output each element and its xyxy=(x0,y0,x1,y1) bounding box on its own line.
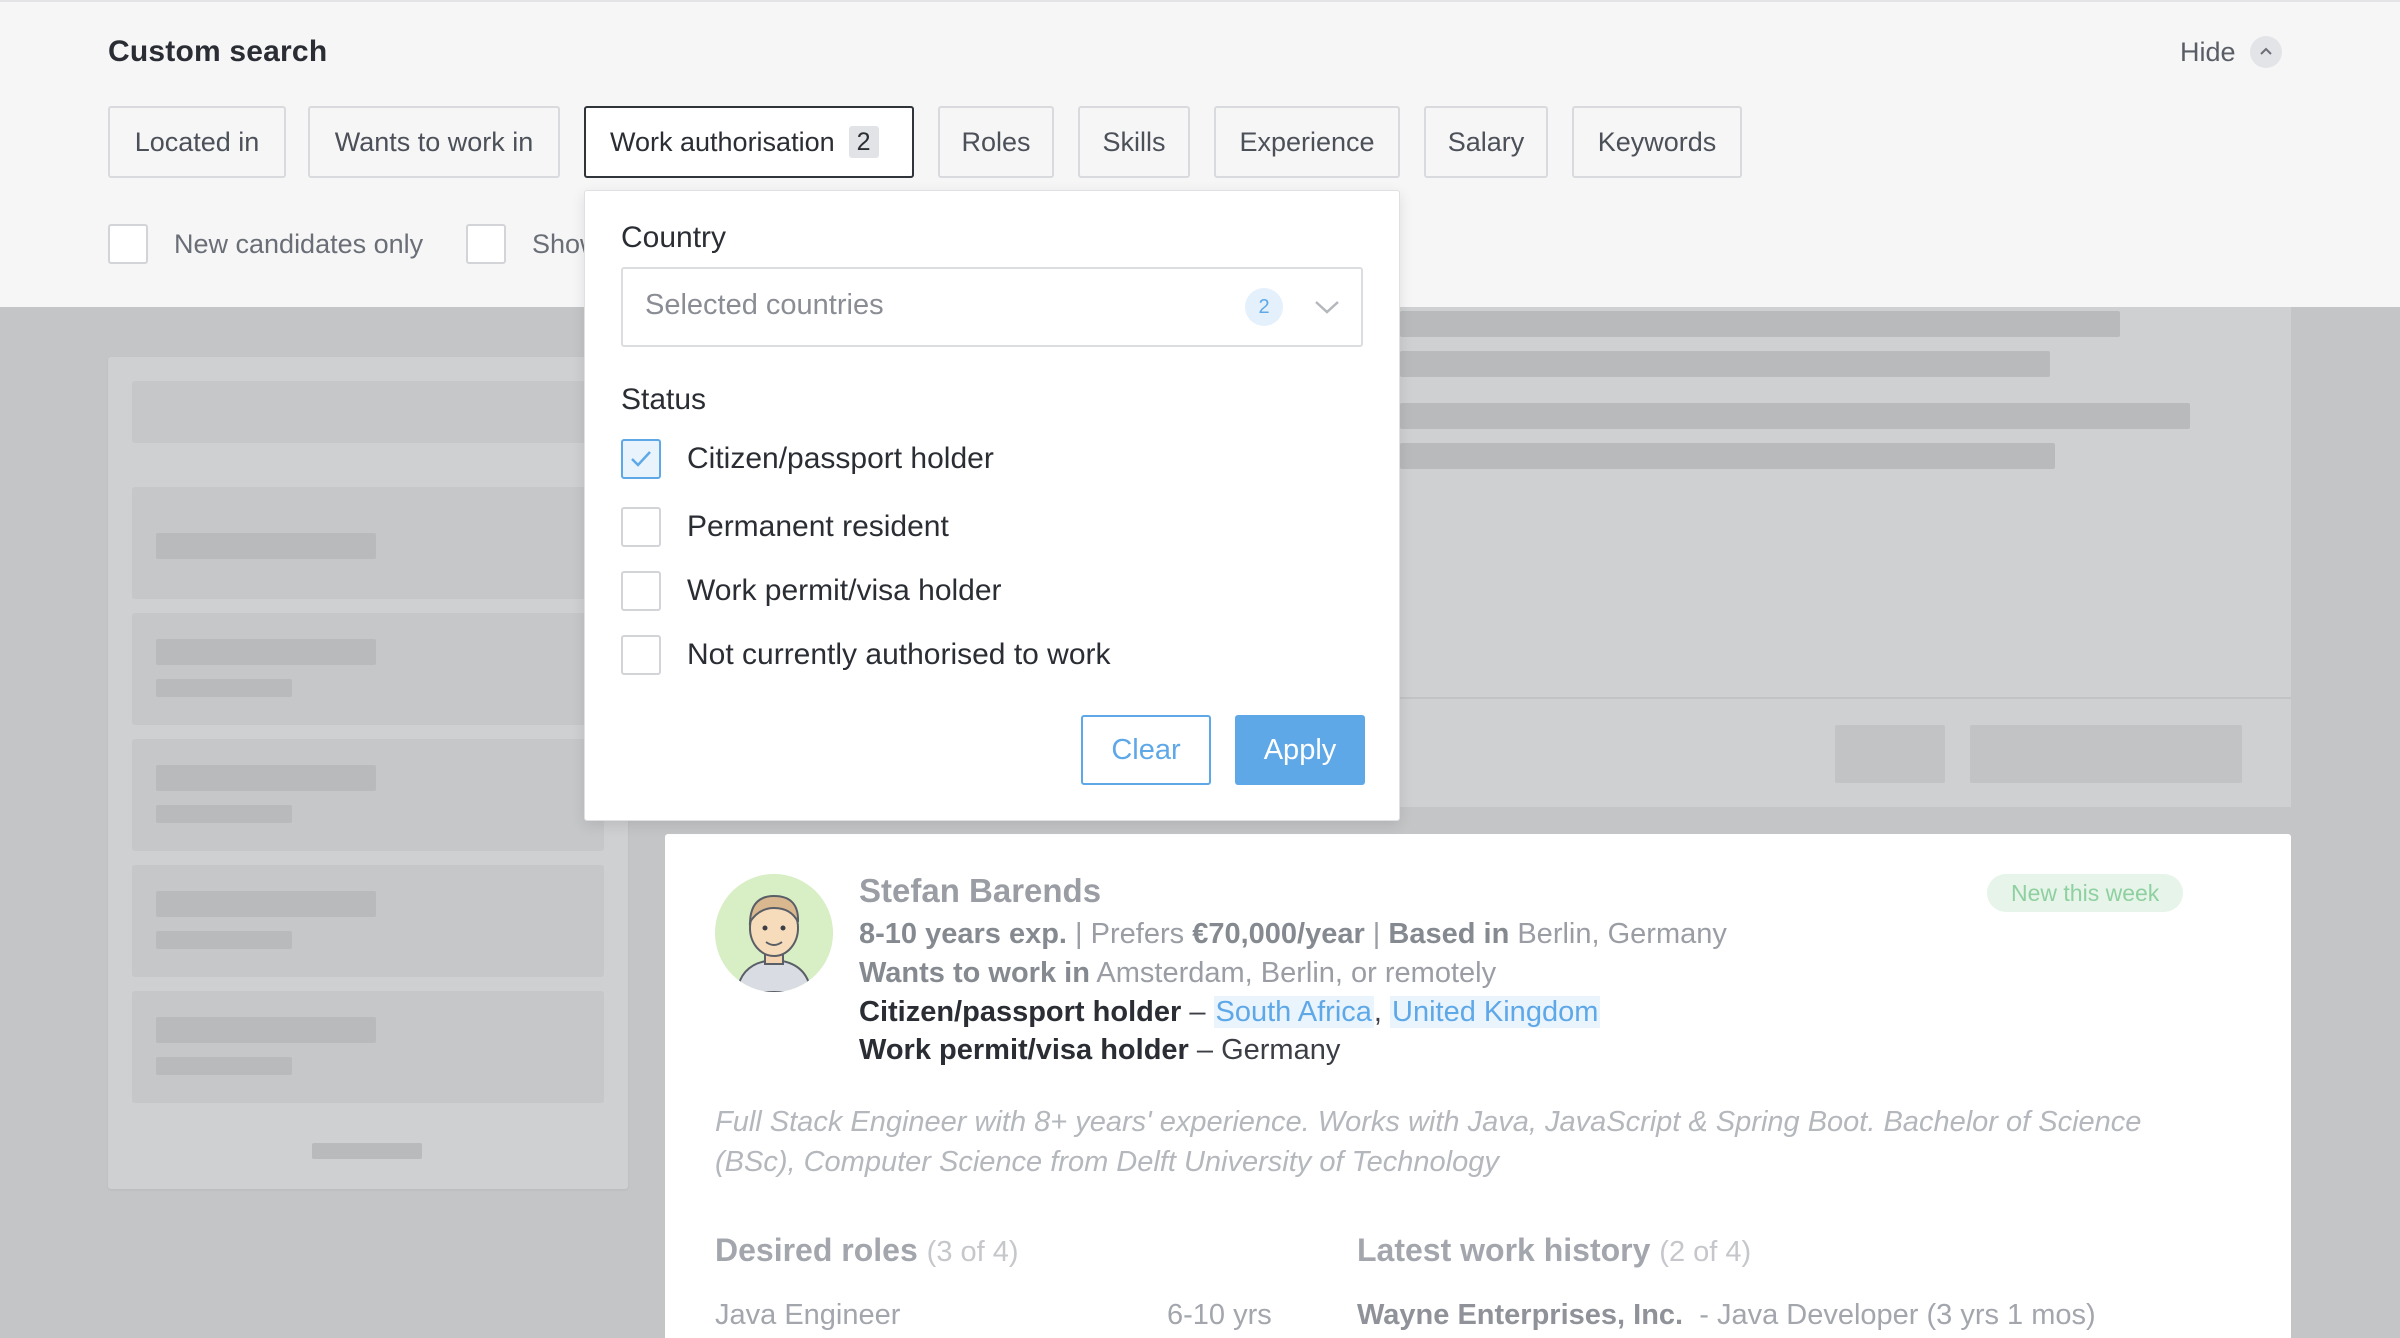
checkbox[interactable] xyxy=(621,571,661,611)
checkbox[interactable] xyxy=(621,635,661,675)
skeleton-pagination xyxy=(312,1143,422,1159)
checkbox[interactable] xyxy=(108,224,148,264)
country-label: Country xyxy=(621,221,727,254)
skeleton-item xyxy=(132,613,604,725)
skeleton-header xyxy=(132,381,604,443)
filter-count-badge: 2 xyxy=(848,126,879,158)
status-label-text: Not currently authorised to work xyxy=(687,638,1111,671)
filter-experience[interactable]: Experience xyxy=(1214,106,1400,178)
candidate-wants: Wants to work in Amsterdam, Berlin, or r… xyxy=(859,957,1497,989)
country-link[interactable]: South Africa xyxy=(1213,996,1374,1028)
desired-roles-heading: Desired roles (3 of 4) xyxy=(715,1232,1019,1268)
status-label-text: Permanent resident xyxy=(687,510,949,543)
check-icon xyxy=(631,451,651,467)
candidate-list-skeleton xyxy=(108,357,628,1189)
country-select[interactable]: Selected countries 2 xyxy=(621,267,1363,347)
status-label-text: Citizen/passport holder xyxy=(687,442,994,475)
skeleton-item xyxy=(132,487,604,599)
skeleton-item xyxy=(132,739,604,851)
filter-keywords[interactable]: Keywords xyxy=(1572,106,1742,178)
history-entry: Wayne Enterprises, Inc. - Java Developer… xyxy=(1357,1299,2096,1331)
hide-button[interactable]: Hide xyxy=(2180,36,2282,68)
hide-label: Hide xyxy=(2180,36,2236,67)
filter-salary[interactable]: Salary xyxy=(1424,106,1548,178)
status-label: Status xyxy=(621,383,707,416)
checkbox-checked[interactable] xyxy=(621,439,661,479)
chevron-up-icon xyxy=(2249,36,2282,68)
clear-button[interactable]: Clear xyxy=(1081,715,1211,785)
checkbox[interactable] xyxy=(621,507,661,547)
skeleton-button xyxy=(1835,725,1945,783)
country-link[interactable]: United Kingdom xyxy=(1390,996,1601,1028)
new-badge: New this week xyxy=(1987,874,2184,912)
panel-title: Custom search xyxy=(108,35,328,68)
show-option-toggle[interactable]: Show xyxy=(466,224,600,264)
candidate-name[interactable]: Stefan Barends xyxy=(859,872,1101,910)
candidate-citizenship: Citizen/passport holder – South Africa, … xyxy=(859,996,1601,1028)
work-authorisation-dropdown: Country Selected countries 2 Status Citi… xyxy=(584,190,1400,821)
candidate-permit: Work permit/visa holder – Germany xyxy=(859,1034,1341,1066)
new-candidates-toggle[interactable]: New candidates only xyxy=(108,224,423,264)
filter-located-in[interactable]: Located in xyxy=(108,106,286,178)
status-label-text: Work permit/visa holder xyxy=(687,574,1002,607)
filter-work-authorisation[interactable]: Work authorisation 2 xyxy=(584,106,914,178)
skeleton-item xyxy=(132,991,604,1103)
status-permanent-resident[interactable]: Permanent resident xyxy=(621,507,949,547)
work-history-heading: Latest work history (2 of 4) xyxy=(1357,1232,1752,1268)
status-work-permit[interactable]: Work permit/visa holder xyxy=(621,571,1002,611)
role-name: Java Engineer xyxy=(715,1299,901,1331)
candidate-summary: Full Stack Engineer with 8+ years' exper… xyxy=(715,1106,2142,1178)
option-label: New candidates only xyxy=(174,228,424,259)
skeleton-button xyxy=(1970,725,2242,783)
country-count-badge: 2 xyxy=(1245,288,1283,326)
filter-skills[interactable]: Skills xyxy=(1078,106,1190,178)
skeleton-item xyxy=(132,865,604,977)
filter-label: Work authorisation xyxy=(610,126,835,157)
avatar xyxy=(715,874,833,992)
candidate-meta: 8-10 years exp. | Prefers €70,000/year |… xyxy=(859,918,1727,950)
apply-button[interactable]: Apply xyxy=(1235,715,1365,785)
chevron-down-icon xyxy=(1315,301,1339,314)
country-select-value: Selected countries xyxy=(645,289,884,321)
candidate-card[interactable]: Stefan Barends New this week 8-10 years … xyxy=(665,834,2291,1338)
role-years: 6-10 yrs xyxy=(1167,1299,1272,1331)
status-citizen[interactable]: Citizen/passport holder xyxy=(621,439,994,479)
status-not-authorised[interactable]: Not currently authorised to work xyxy=(621,635,1111,675)
filter-wants-to-work-in[interactable]: Wants to work in xyxy=(308,106,560,178)
filter-roles[interactable]: Roles xyxy=(938,106,1054,178)
checkbox[interactable] xyxy=(466,224,506,264)
